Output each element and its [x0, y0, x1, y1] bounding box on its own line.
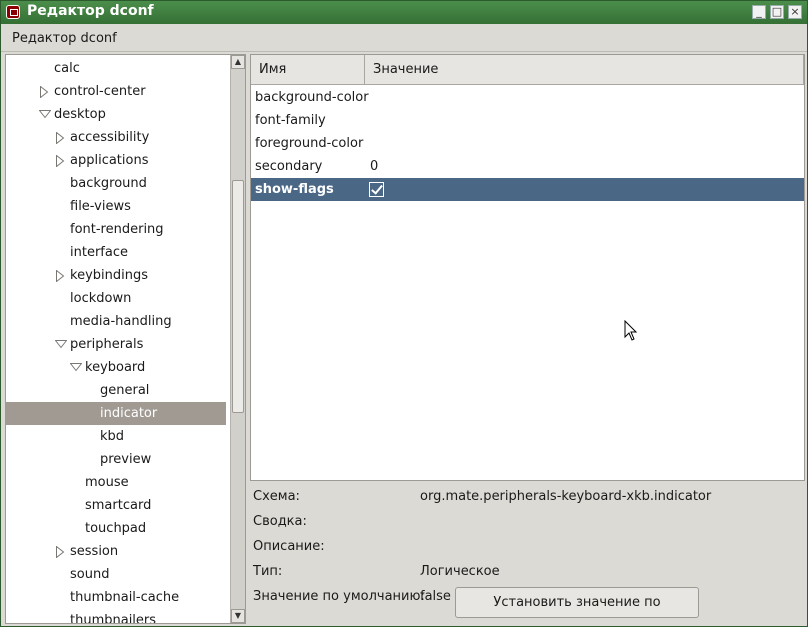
- tree-item-general[interactable]: general: [6, 379, 226, 402]
- key-name: background-color: [255, 90, 369, 105]
- tree-item-label: desktop: [54, 107, 106, 122]
- key-row-show-flags[interactable]: show-flags: [251, 178, 804, 201]
- tree-item-desktop[interactable]: desktop: [6, 103, 226, 126]
- tree-item-label: font-rendering: [70, 222, 164, 237]
- keys-table[interactable]: Имя Значение background-color font-family…: [250, 54, 805, 481]
- expander-collapsed-icon[interactable]: [55, 546, 65, 558]
- tree-item-touchpad[interactable]: touchpad: [6, 517, 226, 540]
- maximize-button[interactable]: □: [770, 5, 784, 19]
- tree-item-label: thumbnail-cache: [70, 590, 180, 605]
- tree-item-label: peripherals: [70, 337, 144, 352]
- tree-item-label: accessibility: [70, 130, 150, 145]
- tree-item-accessibility[interactable]: accessibility: [6, 126, 226, 149]
- tree-item-thumbnail-cache[interactable]: thumbnail-cache: [6, 586, 226, 609]
- scroll-down-arrow-icon[interactable]: ▼: [231, 609, 245, 623]
- type-label: Тип:: [253, 564, 283, 579]
- tree-item-label: smartcard: [85, 498, 152, 513]
- key-row-foreground-color[interactable]: foreground-color: [251, 132, 804, 155]
- tree-item-font-rendering[interactable]: font-rendering: [6, 218, 226, 241]
- column-header-value[interactable]: Значение: [365, 55, 804, 85]
- tree-item-preview[interactable]: preview: [6, 448, 226, 471]
- expander-expanded-icon[interactable]: [39, 109, 51, 120]
- set-default-button[interactable]: Установить значение по умолчанию: [455, 587, 699, 627]
- close-button[interactable]: ×: [788, 5, 802, 19]
- tree-item-thumbnailers[interactable]: thumbnailers: [6, 609, 226, 624]
- tree-item-label: sound: [70, 567, 110, 582]
- tree-item-file-views[interactable]: file-views: [6, 195, 226, 218]
- expander-collapsed-icon[interactable]: [55, 270, 65, 282]
- tree-item-label: kbd: [100, 429, 125, 444]
- description-label: Описание:: [253, 539, 325, 554]
- key-name: secondary: [255, 159, 323, 174]
- default-value: false: [420, 589, 451, 604]
- window-title: Редактор dconf: [27, 3, 154, 19]
- tree-item-keybindings[interactable]: keybindings: [6, 264, 226, 287]
- key-name: foreground-color: [255, 136, 364, 151]
- tree-item-label: applications: [70, 153, 149, 168]
- tree-item-label: interface: [70, 245, 128, 260]
- tree-item-session[interactable]: session: [6, 540, 226, 563]
- summary-label: Сводка:: [253, 514, 307, 529]
- menu-bar: Редактор dconf: [1, 25, 807, 52]
- tree-item-label: calc: [54, 61, 80, 76]
- tree-item-applications[interactable]: applications: [6, 149, 226, 172]
- title-bar[interactable]: Редактор dconf _ □ ×: [1, 1, 807, 24]
- tree-item-interface[interactable]: interface: [6, 241, 226, 264]
- schema-tree[interactable]: thumbnailers thumbnail-cache sound session t…: [5, 54, 246, 624]
- tree-item-background[interactable]: background: [6, 172, 226, 195]
- tree-item-label: indicator: [100, 406, 158, 421]
- type-value: Логическое: [420, 564, 500, 579]
- tree-item-label: lockdown: [70, 291, 132, 306]
- app-window: Редактор dconf _ □ × Редактор dconf thum…: [0, 0, 808, 627]
- tree-item-label: touchpad: [85, 521, 147, 536]
- tree-item-label: keyboard: [85, 360, 146, 375]
- tree-item-label: keybindings: [70, 268, 148, 283]
- expander-expanded-icon[interactable]: [55, 339, 67, 350]
- expander-collapsed-icon[interactable]: [55, 132, 65, 144]
- schema-value: org.mate.peripherals-keyboard-xkb.indica…: [420, 489, 712, 504]
- tree-item-label: mouse: [85, 475, 129, 490]
- menu-item-app[interactable]: Редактор dconf: [12, 31, 117, 46]
- default-value-label: Значение по умолчанию:: [253, 589, 425, 604]
- expander-collapsed-icon[interactable]: [39, 86, 49, 98]
- tree-item-keyboard[interactable]: keyboard: [6, 356, 226, 379]
- tree-item-lockdown[interactable]: lockdown: [6, 287, 226, 310]
- tree-item-calc[interactable]: calc: [6, 57, 226, 80]
- key-name: show-flags: [255, 182, 334, 197]
- mouse-pointer-icon: [624, 320, 638, 341]
- tree-item-peripherals[interactable]: peripherals: [6, 333, 226, 356]
- schema-label: Схема:: [253, 489, 300, 504]
- value-checkbox[interactable]: [369, 182, 384, 197]
- tree-item-label: file-views: [70, 199, 131, 214]
- scroll-up-arrow-icon[interactable]: ▲: [231, 55, 245, 69]
- key-row-secondary[interactable]: secondary 0: [251, 155, 804, 178]
- tree-item-label: general: [100, 383, 150, 398]
- key-value[interactable]: 0: [370, 155, 378, 178]
- expander-expanded-icon[interactable]: [70, 362, 82, 373]
- key-name: font-family: [255, 113, 326, 128]
- tree-item-control-center[interactable]: control-center: [6, 80, 226, 103]
- minimize-button[interactable]: _: [752, 5, 766, 19]
- tree-item-label: thumbnailers: [70, 613, 157, 624]
- key-row-font-family[interactable]: font-family: [251, 109, 804, 132]
- tree-item-smartcard[interactable]: smartcard: [6, 494, 226, 517]
- app-icon: [6, 5, 20, 19]
- tree-scrollbar[interactable]: ▲ ▼: [230, 55, 245, 623]
- key-row-background-color[interactable]: background-color: [251, 86, 804, 109]
- column-header-name[interactable]: Имя: [251, 55, 365, 85]
- expander-collapsed-icon[interactable]: [55, 155, 65, 167]
- scroll-thumb[interactable]: [232, 180, 244, 413]
- tree-item-media-handling[interactable]: media-handling: [6, 310, 226, 333]
- tree-item-label: background: [70, 176, 147, 191]
- tree-item-label: preview: [100, 452, 152, 467]
- tree-item-label: control-center: [54, 84, 146, 99]
- tree-item-indicator[interactable]: indicator: [6, 402, 226, 425]
- tree-item-label: media-handling: [70, 314, 172, 329]
- tree-item-label: session: [70, 544, 119, 559]
- tree-item-sound[interactable]: sound: [6, 563, 226, 586]
- tree-item-mouse[interactable]: mouse: [6, 471, 226, 494]
- tree-item-kbd[interactable]: kbd: [6, 425, 226, 448]
